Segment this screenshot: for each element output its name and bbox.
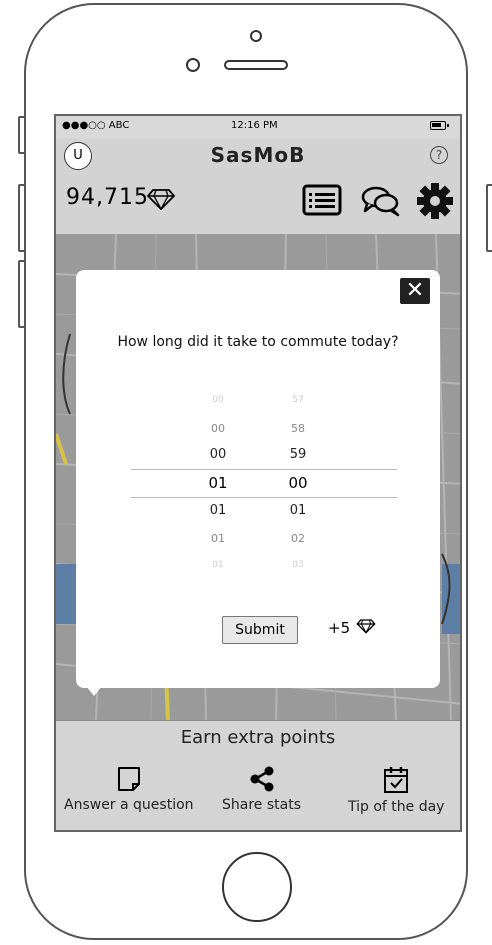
share-stats-label: Share stats xyxy=(222,797,301,813)
reward-points: +5 xyxy=(328,619,351,637)
side-button-volume-down xyxy=(18,260,26,328)
hours-option: 01 xyxy=(212,560,224,570)
help-icon[interactable]: ? xyxy=(430,146,448,164)
earn-points-panel: Earn extra points Answer a question Shar… xyxy=(56,720,460,830)
minutes-option: 59 xyxy=(289,447,307,462)
tip-of-day-label: Tip of the day xyxy=(348,799,445,815)
toolbar: 94,715 xyxy=(56,172,460,234)
tip-of-day-button[interactable]: Tip of the day xyxy=(348,765,444,815)
close-button[interactable]: ✕ xyxy=(400,278,430,304)
share-icon xyxy=(250,766,273,792)
side-button-volume-up xyxy=(18,184,26,252)
note-icon xyxy=(117,767,140,791)
status-time: 12:16 PM xyxy=(231,120,278,131)
app-title: SasMoB xyxy=(210,143,306,167)
calendar-check-icon xyxy=(384,767,409,793)
minutes-option: 58 xyxy=(291,422,305,435)
earpiece-speaker xyxy=(224,60,288,70)
minutes-option: 03 xyxy=(292,560,304,570)
hours-selected: 01 xyxy=(208,474,228,492)
battery-icon xyxy=(430,121,449,130)
carrier-signal: ●●●○○ ABC xyxy=(62,120,130,131)
minutes-option: 57 xyxy=(292,395,304,405)
app-header: U SasMoB ? xyxy=(56,138,460,172)
hours-option: 00 xyxy=(209,447,227,462)
side-button-silent xyxy=(18,116,26,154)
side-button-power xyxy=(486,184,492,252)
list-icon[interactable] xyxy=(302,184,342,216)
minutes-option: 01 xyxy=(289,503,307,518)
hours-option: 00 xyxy=(212,395,224,405)
proximity-sensor xyxy=(186,58,200,72)
diamond-icon xyxy=(356,619,376,634)
points-balance: 94,715 xyxy=(66,185,149,210)
minutes-option: 02 xyxy=(291,532,305,545)
status-bar: ●●●○○ ABC 12:16 PM xyxy=(56,116,460,139)
dialog-question: How long did it take to commute today? xyxy=(117,334,399,350)
home-button[interactable] xyxy=(222,852,292,922)
picker-divider-bottom xyxy=(131,497,397,498)
gear-icon[interactable] xyxy=(416,182,454,220)
earn-points-title: Earn extra points xyxy=(180,727,336,748)
hours-option: 01 xyxy=(209,503,227,518)
hours-option: 00 xyxy=(211,422,225,435)
answer-question-label: Answer a question xyxy=(64,797,194,813)
submit-button[interactable]: Submit xyxy=(222,616,298,644)
hours-option: 01 xyxy=(211,532,225,545)
diamond-icon xyxy=(146,189,176,210)
answer-question-button[interactable]: Answer a question xyxy=(64,765,194,813)
commute-dialog: ✕ How long did it take to commute today?… xyxy=(76,270,440,688)
front-camera xyxy=(250,30,262,42)
picker-divider-top xyxy=(131,469,397,470)
minutes-selected: 00 xyxy=(288,474,308,492)
dialog-pointer xyxy=(86,686,102,696)
chat-icon[interactable] xyxy=(360,184,402,218)
share-stats-button[interactable]: Share stats xyxy=(222,765,301,813)
